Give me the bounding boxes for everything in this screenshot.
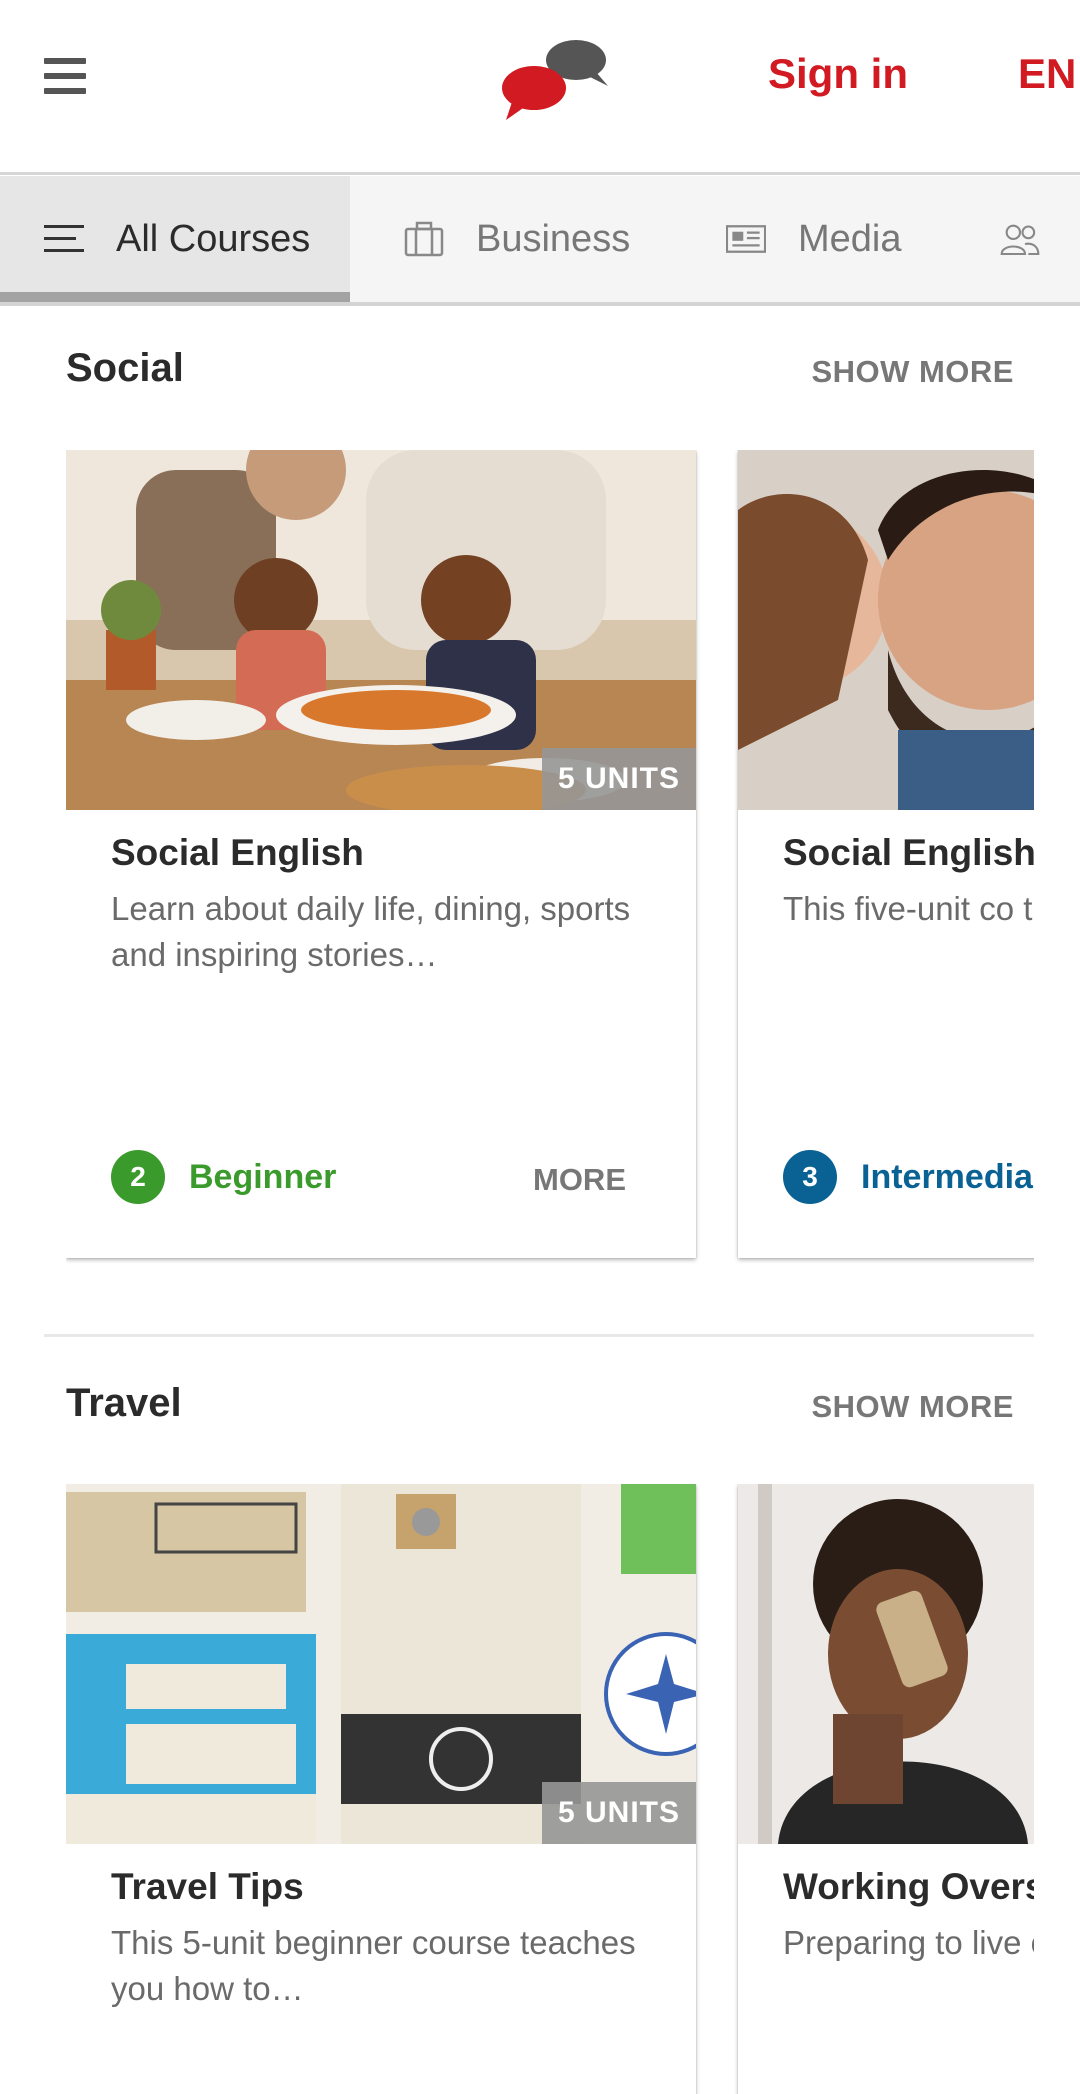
tab-label: Media: [798, 217, 902, 260]
show-more-travel-button[interactable]: SHOW MORE: [811, 1389, 1014, 1425]
level-indicator: 2 Beginner: [111, 1150, 336, 1204]
newspaper-icon: [726, 225, 766, 253]
social-course-carousel[interactable]: 5 UNITS Social English Learn about daily…: [66, 450, 1034, 1290]
category-tabs: All Courses Business Media: [0, 176, 1080, 306]
more-button[interactable]: MORE: [533, 1162, 626, 1198]
course-card-social-english-beginner[interactable]: 5 UNITS Social English Learn about daily…: [66, 450, 696, 1258]
course-description: Learn about daily life, dining, sports a…: [111, 890, 631, 973]
tab-people[interactable]: [960, 176, 1072, 302]
course-title: Social English: [111, 832, 364, 873]
course-description: Preparing to live other countries: [783, 1924, 1034, 1961]
course-description: This five-unit co the best social v: [783, 890, 1034, 927]
level-number-badge: 3: [783, 1150, 837, 1204]
course-image-smiling-couple: [738, 450, 1034, 810]
section-divider: [44, 1334, 1034, 1337]
people-icon: [1000, 224, 1040, 256]
units-badge: 5 UNITS: [541, 748, 696, 810]
smiling-couple-photo: [738, 450, 1034, 810]
level-name: Beginner: [189, 1157, 337, 1196]
level-indicator: 3 Intermedia: [783, 1150, 1033, 1204]
top-bar: Sign in EN: [0, 0, 1080, 175]
course-title: Working Overs: [783, 1866, 1034, 1907]
tab-label: Business: [476, 217, 631, 260]
briefcase-icon: [404, 221, 444, 257]
tab-media[interactable]: Media: [680, 176, 902, 302]
course-card-travel-tips[interactable]: 5 UNITS Travel Tips This 5-unit beginner…: [66, 1484, 696, 2094]
course-title: Travel Tips: [111, 1866, 304, 1907]
course-card-social-english-intermediate[interactable]: Social English This five-unit co the bes…: [738, 450, 1034, 1258]
units-badge: 5 UNITS: [541, 1782, 696, 1844]
tab-all-courses[interactable]: All Courses: [0, 176, 350, 302]
section-title-travel: Travel: [66, 1381, 182, 1425]
speech-bubbles-logo[interactable]: [500, 36, 612, 120]
tab-label: All Courses: [116, 217, 311, 260]
course-image-luggage-tags: 5 UNITS: [66, 1484, 696, 1844]
course-image-family-dinner: 5 UNITS: [66, 450, 696, 810]
language-selector[interactable]: EN: [1018, 50, 1076, 98]
sign-in-link[interactable]: Sign in: [768, 50, 908, 98]
hamburger-menu-icon[interactable]: [44, 56, 86, 96]
level-number-badge: 2: [111, 1150, 165, 1204]
level-name: Intermedia: [861, 1157, 1033, 1196]
course-title: Social English: [783, 832, 1034, 873]
show-more-social-button[interactable]: SHOW MORE: [811, 354, 1014, 390]
course-description: This 5-unit beginner course teaches you …: [111, 1924, 636, 2007]
tab-business[interactable]: Business: [360, 176, 630, 302]
travel-course-carousel[interactable]: 5 UNITS Travel Tips This 5-unit beginner…: [66, 1484, 1034, 2094]
course-image-woman-on-phone: [738, 1484, 1034, 1844]
list-icon: [44, 225, 84, 252]
section-title-social: Social: [66, 346, 184, 390]
woman-on-phone-photo: [738, 1484, 1034, 1844]
course-card-working-overseas[interactable]: Working Overs Preparing to live other co…: [738, 1484, 1034, 2094]
